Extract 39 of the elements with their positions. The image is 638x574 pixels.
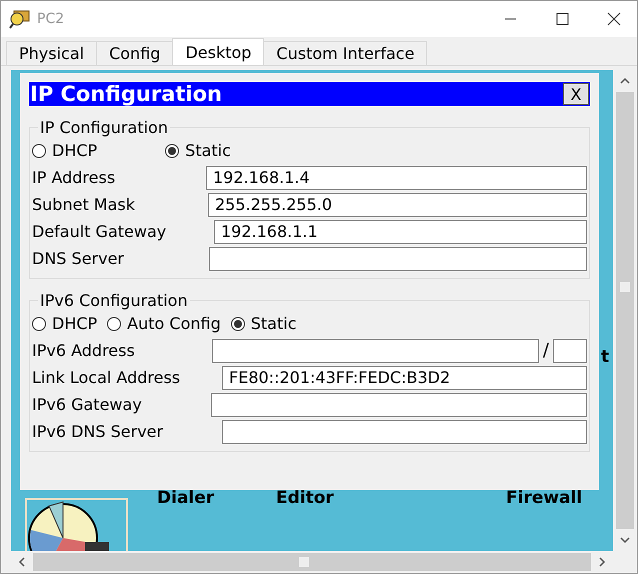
field-label: Default Gateway (32, 222, 168, 241)
address-field[interactable]: 192.168.1.4 (206, 166, 587, 190)
app-label: Editor (276, 488, 334, 508)
app-label: Dialer (157, 488, 214, 508)
group-title: IP Configuration (39, 118, 169, 137)
scroll-thumb[interactable] (620, 282, 630, 292)
address-field[interactable] (222, 420, 587, 444)
address-field[interactable] (211, 392, 587, 416)
field-label: IPv6 DNS Server (32, 422, 164, 441)
field-label: DNS Server (32, 249, 125, 268)
address-field[interactable]: FE80::201:43FF:FEDC:B3D2 (222, 366, 587, 390)
field-label: IPv6 Address (32, 341, 136, 360)
radio-option[interactable]: Static (165, 141, 231, 160)
app-icon (9, 9, 31, 29)
radio-option[interactable]: DHCP (32, 141, 98, 160)
radio-option[interactable]: Static (230, 314, 296, 333)
prefix-field[interactable] (553, 338, 587, 362)
field-label: Subnet Mask (32, 195, 136, 214)
group-title: IPv6 Configuration (39, 291, 189, 310)
separator-text: / (542, 340, 549, 361)
tab[interactable]: Config (96, 41, 174, 65)
tab[interactable]: Physical (6, 41, 98, 65)
app-label: Firewall (506, 488, 582, 508)
app-label: t (601, 347, 610, 367)
radio-option[interactable]: Auto Config (107, 314, 221, 333)
window-title: PC2 (37, 11, 66, 27)
tab[interactable]: Desktop (172, 38, 264, 65)
dialog-title: IP Configuration (29, 82, 222, 106)
address-field[interactable]: 255.255.255.0 (208, 192, 587, 216)
close-button[interactable]: X (563, 83, 589, 105)
field-label: Link Local Address (32, 368, 182, 387)
radio-option[interactable]: DHCP (32, 314, 98, 333)
address-field[interactable]: 192.168.1.1 (214, 220, 587, 244)
address-field[interactable] (212, 338, 539, 362)
field-label: IP Address (32, 168, 116, 187)
address-field[interactable] (209, 246, 587, 270)
field-label: IPv6 Gateway (32, 395, 143, 414)
tab[interactable]: Custom Interface (263, 41, 428, 65)
scroll-thumb[interactable] (299, 557, 309, 567)
